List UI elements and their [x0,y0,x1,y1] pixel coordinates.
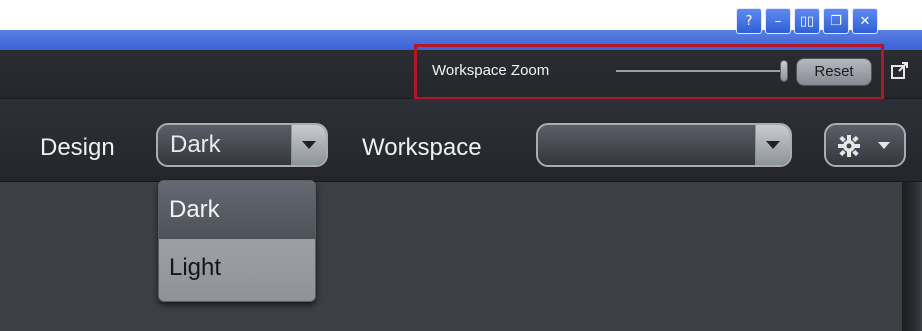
gear-icon [838,135,860,157]
chevron-down-icon[interactable] [291,125,326,165]
zoom-highlight-box [414,44,884,100]
close-icon[interactable]: ✕ [852,8,878,34]
window-controls: ? – ▯▯ ❐ ✕ [736,8,878,36]
workspace-label: Workspace [362,134,482,161]
design-dropdown-list: Dark Light [158,180,316,302]
chevron-down-icon[interactable] [755,125,790,165]
settings-menu-button[interactable] [824,123,906,167]
workspace-select[interactable] [536,123,792,167]
design-label: Design [40,134,115,161]
workspace-area [0,182,922,331]
vertical-splitter[interactable] [902,182,922,331]
dropdown-option-dark[interactable]: Dark [159,181,315,239]
help-icon[interactable]: ? [736,8,762,34]
dropdown-option-light[interactable]: Light [159,239,315,297]
restore-icon[interactable]: ❐ [823,8,849,34]
minimize-icon[interactable]: – [765,8,791,34]
popout-icon[interactable] [890,60,910,80]
tile-icon[interactable]: ▯▯ [794,8,820,34]
design-select-value: Dark [170,131,221,158]
design-select[interactable]: Dark [156,123,328,167]
chevron-down-icon [878,142,890,149]
